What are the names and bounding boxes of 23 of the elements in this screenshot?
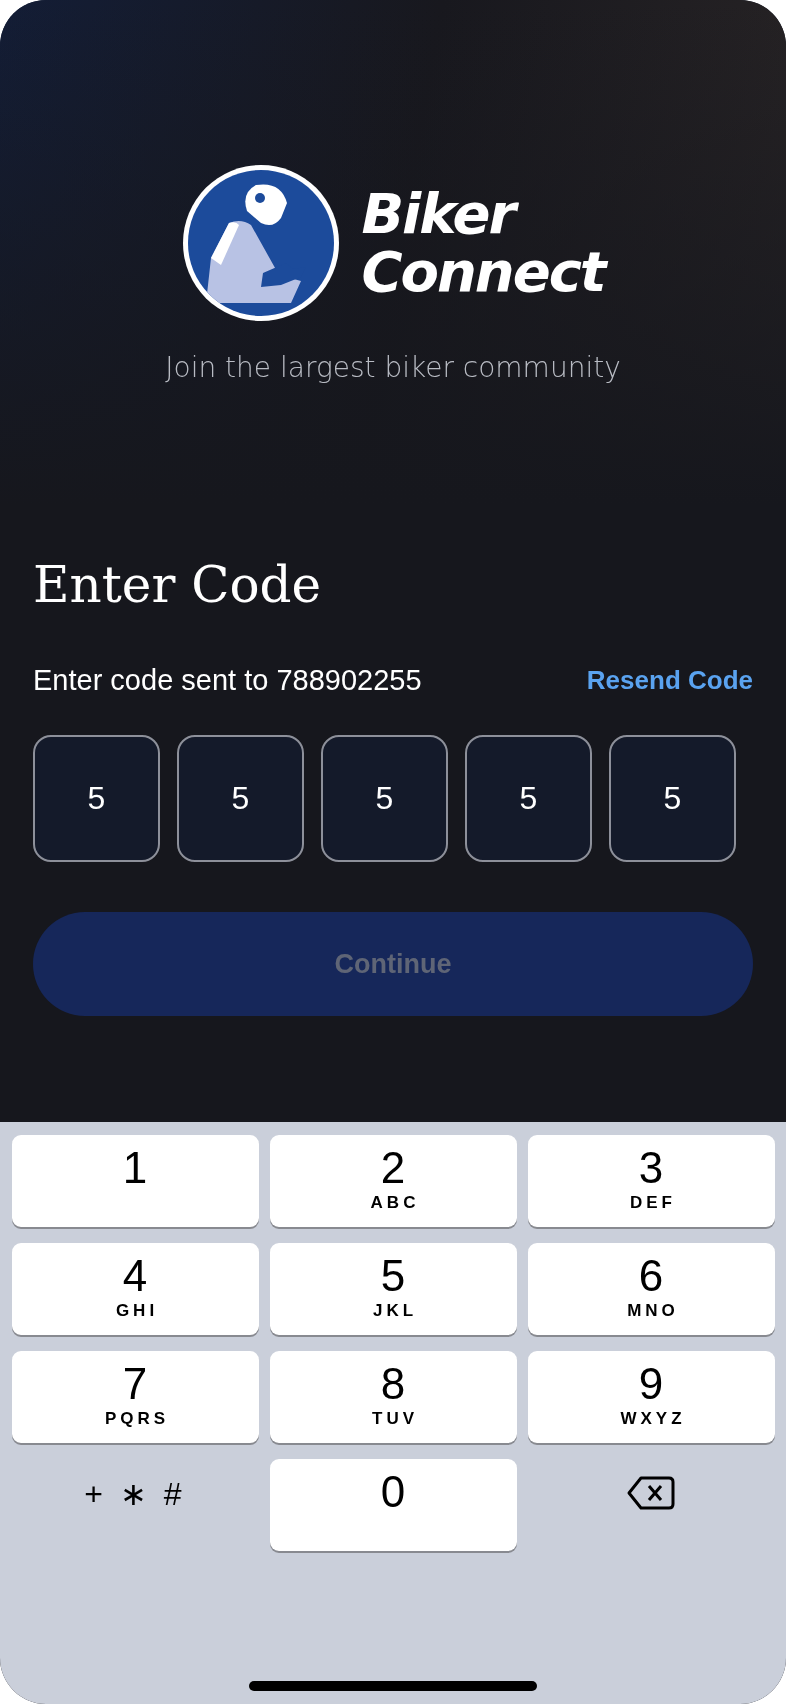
keypad-key[interactable]: 6 MNO <box>527 1243 775 1335</box>
keypad-key[interactable]: 4 GHI <box>11 1243 259 1335</box>
keypad-key[interactable]: 0 <box>269 1459 517 1551</box>
keypad-key[interactable]: 2 ABC <box>269 1135 517 1227</box>
brand-name: Biker <box>361 185 605 243</box>
symbols-key[interactable]: + ∗ # <box>11 1459 259 1551</box>
code-digit-field[interactable]: 5 <box>177 735 304 862</box>
page-title: Enter Code <box>33 556 323 614</box>
keypad-key[interactable]: 8 TUV <box>269 1351 517 1443</box>
code-digit-field[interactable]: 5 <box>465 735 592 862</box>
resend-code-link[interactable]: Resend Code <box>586 665 753 696</box>
keypad-key[interactable]: 5 JKL <box>269 1243 517 1335</box>
keypad-key[interactable]: 3 DEF <box>527 1135 775 1227</box>
keypad-key[interactable]: 7 PQRS <box>11 1351 259 1443</box>
keypad-key[interactable]: 1 <box>11 1135 259 1227</box>
code-digit-field[interactable]: 5 <box>321 735 448 862</box>
code-sent-text: Enter code sent to 788902255 <box>33 664 422 697</box>
code-digit-field[interactable]: 5 <box>33 735 160 862</box>
keypad-key[interactable]: 9 WXYZ <box>527 1351 775 1443</box>
rider-logo-icon <box>181 163 342 323</box>
tagline: Join the largest biker community <box>164 351 622 384</box>
backspace-icon <box>627 1475 675 1511</box>
code-digit-field[interactable]: 5 <box>609 735 736 862</box>
